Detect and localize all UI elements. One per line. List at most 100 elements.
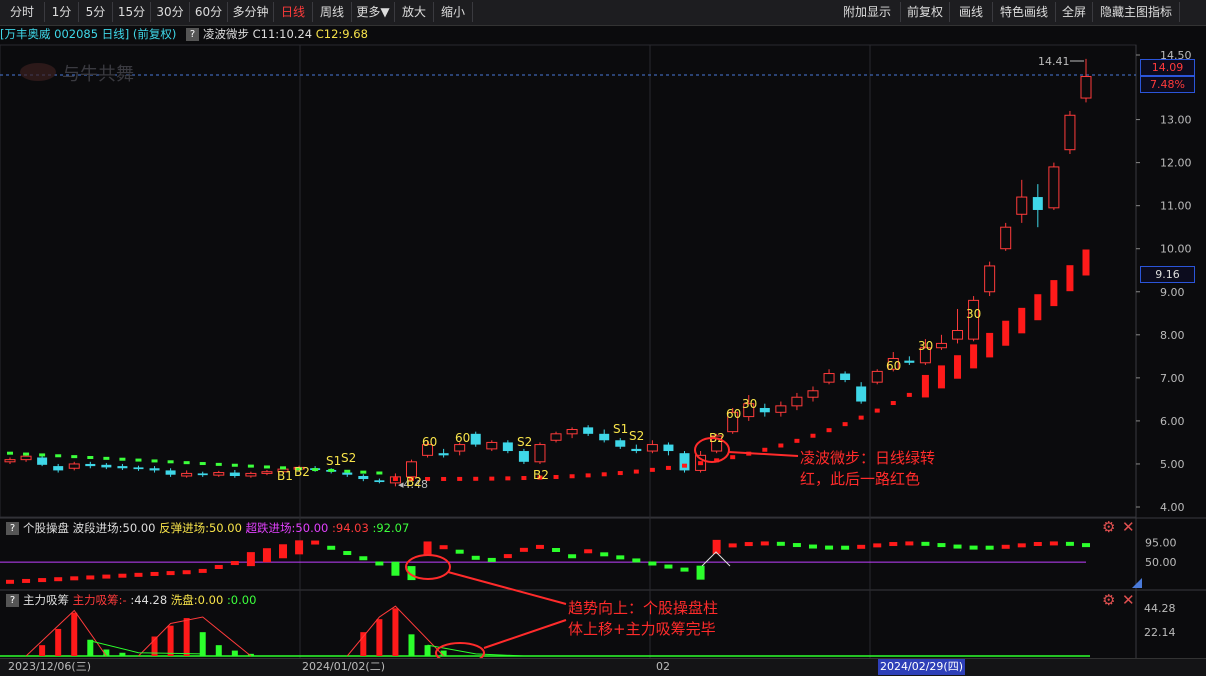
gear-icon[interactable]: ⚙ xyxy=(1102,518,1115,536)
panel1-bar xyxy=(198,568,207,573)
signal-red-mark xyxy=(794,438,800,443)
candle-body-down xyxy=(679,453,690,471)
candle-body-up xyxy=(871,370,883,383)
panel1-bar xyxy=(760,541,769,546)
panel2-name[interactable]: 主力吸筹 xyxy=(23,593,69,607)
annotation-arrow xyxy=(447,571,567,605)
panel1-bar xyxy=(455,549,464,554)
panel1-bar xyxy=(873,543,882,548)
panel2-axis-label: 44.28 xyxy=(1144,602,1176,615)
signal-red-mark xyxy=(986,332,994,358)
panel2-bar xyxy=(71,612,78,656)
signal-green-dash xyxy=(119,457,126,461)
candle-body-down xyxy=(438,453,449,456)
signal-red-mark xyxy=(553,474,559,479)
signal-red-mark xyxy=(890,401,896,406)
panel1-bar xyxy=(423,541,432,556)
signal-green-dash xyxy=(328,468,335,472)
candle-body-up xyxy=(775,405,787,413)
signal-red-mark xyxy=(633,469,639,474)
panel1-bar xyxy=(471,555,480,560)
signal-red-mark xyxy=(441,476,447,481)
close-icon[interactable]: ✕ xyxy=(1122,518,1135,536)
candle-body-down xyxy=(663,444,674,452)
question-icon[interactable]: ? xyxy=(6,594,19,607)
panel1-bar xyxy=(632,558,641,563)
signal-red-mark xyxy=(457,476,463,481)
panel1-bar xyxy=(680,567,689,572)
signal-red-mark xyxy=(617,471,623,476)
signal-red-mark xyxy=(826,428,832,433)
panel2-bar xyxy=(55,628,62,656)
panel1-bar xyxy=(937,543,946,548)
signal-green-dash xyxy=(7,451,13,455)
price-axis-label: 7.00 xyxy=(1160,372,1185,385)
num-label-60: 60 xyxy=(886,359,901,373)
signal-red-mark xyxy=(1066,265,1074,292)
panel1-name[interactable]: 个股操盘 xyxy=(23,521,69,535)
panel1-bar xyxy=(841,545,850,550)
panel2-bar xyxy=(376,619,383,656)
panel1-bar xyxy=(535,544,544,549)
panel2-bar xyxy=(392,608,399,656)
signal-red-mark xyxy=(569,474,575,479)
panel1-bar xyxy=(311,540,320,545)
candle-body-up xyxy=(4,459,16,463)
signal-red-mark xyxy=(1050,280,1058,307)
candle-body-down xyxy=(165,470,176,475)
panel1-bar xyxy=(375,561,384,566)
candle-body-down xyxy=(101,464,112,468)
panel1-bar xyxy=(134,572,143,577)
candle-body-up xyxy=(1048,166,1060,209)
date-label: 02 xyxy=(656,660,670,673)
panel1-bar xyxy=(905,541,914,546)
candle-body-down xyxy=(117,466,128,469)
price-axis-label: 6.00 xyxy=(1160,415,1185,428)
candle-body-down xyxy=(583,427,594,434)
price-axis-label: 4.00 xyxy=(1160,501,1185,514)
annotation-arrow xyxy=(728,451,799,457)
candle-body-up xyxy=(20,455,32,461)
num-label-30: 30 xyxy=(918,339,933,353)
signal-green-dash xyxy=(215,462,222,466)
candle-body-up xyxy=(984,265,996,293)
panel1-bar xyxy=(953,544,962,549)
date-label-selected: 2024/02/29(四) xyxy=(878,659,965,675)
panel1-bar xyxy=(487,557,496,562)
panel1-bar xyxy=(696,565,705,580)
panel1-bar xyxy=(889,542,898,547)
signal-red-mark xyxy=(842,422,848,427)
panel1-bar xyxy=(1001,544,1010,549)
signal-red-mark xyxy=(858,415,864,420)
candle-body-down xyxy=(133,467,144,470)
panel2-bar xyxy=(87,639,94,656)
panel2-bar xyxy=(231,650,238,656)
panel1-bar xyxy=(214,564,223,569)
panel1-bar xyxy=(295,540,304,555)
signal-red-mark xyxy=(1018,307,1026,334)
main-panel-frame xyxy=(0,44,1137,518)
panel2-bar xyxy=(39,645,46,656)
panel1-bar xyxy=(616,555,625,560)
signal-green-dash xyxy=(135,458,142,462)
close-icon[interactable]: ✕ xyxy=(1122,591,1135,609)
panel1-bar xyxy=(552,547,561,552)
candle-body-down xyxy=(149,468,160,471)
panel1-bar xyxy=(600,552,609,557)
candle-body-up xyxy=(646,444,658,452)
candle-body-up xyxy=(1000,226,1012,250)
panel2-bar xyxy=(183,618,190,656)
gear-icon[interactable]: ⚙ xyxy=(1102,591,1115,609)
kline-chart[interactable]: 14.5013.0012.0011.0010.009.008.007.006.0… xyxy=(0,0,1206,675)
question-icon[interactable]: ? xyxy=(6,522,19,535)
panel1-legend-3: 超跌进场:50.00 xyxy=(245,521,329,535)
candle-body-up xyxy=(823,373,835,383)
sell-signal-label: S2 xyxy=(341,451,356,465)
candle-body-up xyxy=(952,330,964,340)
signal-red-mark xyxy=(505,476,511,481)
signal-green-dash xyxy=(23,452,30,456)
panel1-bar xyxy=(744,542,753,547)
panel1-bar xyxy=(503,554,512,559)
panel1-bar xyxy=(519,547,528,552)
panel1-bar xyxy=(1049,541,1058,546)
